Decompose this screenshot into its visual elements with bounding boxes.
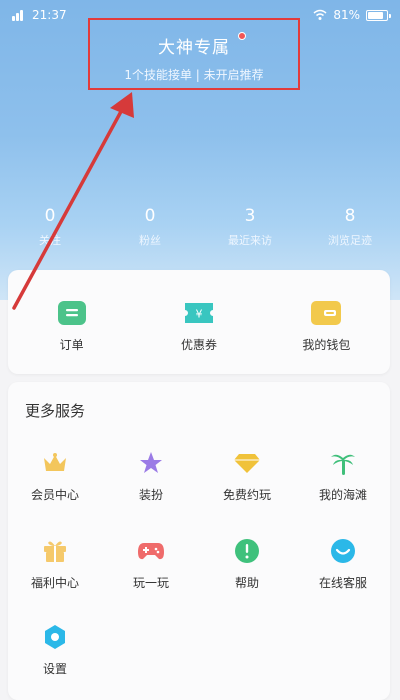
status-time: 21:37 [32,8,67,22]
signal-icon [12,9,26,21]
stat-value: 0 [44,206,56,226]
stat-label: 粉丝 [139,234,161,247]
coupon-icon: ¥ [184,303,213,323]
settings-button[interactable]: 设置 [10,622,100,677]
stat-value: 8 [344,206,356,226]
expert-exclusive-subtitle: 1个技能接单 | 未开启推荐 [124,68,264,82]
customer-service-icon [328,536,358,566]
order-icon [57,301,86,325]
stat-value: 0 [144,206,156,226]
dress-up-button[interactable]: 装扮 [106,448,196,503]
welfare-center-button[interactable]: 福利中心 [10,536,100,591]
help-button[interactable]: 帮助 [202,536,292,591]
wallet-label: 我的钱包 [302,338,351,352]
battery-percentage: 81% [333,8,360,22]
stat-label: 关注 [39,234,61,247]
grid-label: 玩一玩 [132,576,169,590]
gamepad-icon [136,536,166,566]
coupon-button[interactable]: ¥ 优惠券 [135,300,262,353]
grid-label: 装扮 [138,488,163,502]
online-support-button[interactable]: 在线客服 [298,536,388,591]
crown-icon [40,448,70,478]
gift-icon [40,536,70,566]
grid-label: 帮助 [234,576,259,590]
wallet-icon [311,301,342,325]
expert-exclusive-card[interactable]: 大神专属 1个技能接单 | 未开启推荐 [88,18,300,90]
svg-text:¥: ¥ [195,308,202,321]
play-games-button[interactable]: 玩一玩 [106,536,196,591]
grid-label: 设置 [42,662,67,676]
settings-icon [40,622,70,652]
grid-label: 在线客服 [318,576,367,590]
order-button[interactable]: 订单 [8,300,135,353]
member-center-button[interactable]: 会员中心 [10,448,100,503]
section-title: 更多服务 [25,402,86,420]
stat-following[interactable]: 0 关注 [0,206,100,252]
stat-value: 3 [244,206,256,226]
grid-label: 我的海滩 [318,488,367,502]
grid-label: 福利中心 [30,576,79,590]
stat-browse-history[interactable]: 8 浏览足迹 [300,206,400,252]
more-services-card: 更多服务 会员中心 装扮 免费约玩 我的海滩 福利中心 玩一玩 帮助 在线客服 … [8,382,390,700]
palm-tree-icon [328,448,358,478]
battery-icon [366,9,391,21]
diamond-icon [232,448,262,478]
stat-recent-visitors[interactable]: 3 最近来访 [200,206,300,252]
wallet-button[interactable]: 我的钱包 [263,300,390,353]
wifi-icon [313,9,327,20]
grid-label: 会员中心 [30,488,79,502]
my-beach-button[interactable]: 我的海滩 [298,448,388,503]
grid-label: 免费约玩 [222,488,271,502]
quick-actions-card: 订单 ¥ 优惠券 我的钱包 [8,270,390,374]
stat-label: 最近来访 [228,234,272,247]
stats-row: 0 关注 0 粉丝 3 最近来访 8 浏览足迹 [0,206,400,252]
free-play-button[interactable]: 免费约玩 [202,448,292,503]
expert-exclusive-title: 大神专属 [158,38,230,58]
order-label: 订单 [59,338,84,352]
coupon-label: 优惠券 [180,338,217,352]
help-icon [232,536,262,566]
stat-label: 浏览足迹 [328,234,372,247]
notification-dot [238,32,246,40]
stat-fans[interactable]: 0 粉丝 [100,206,200,252]
star-icon [136,448,166,478]
